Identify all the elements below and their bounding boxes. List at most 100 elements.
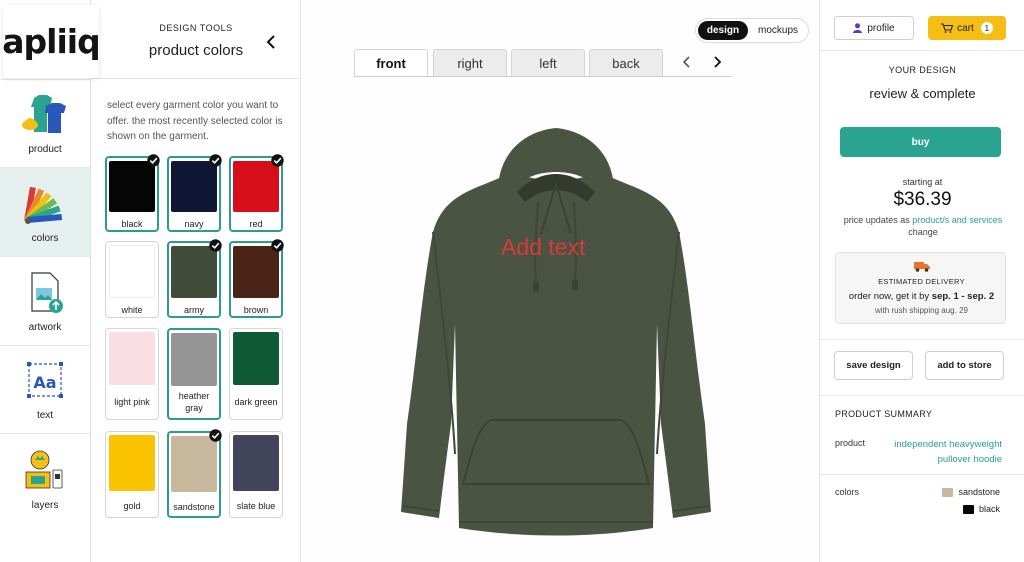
- checkmark-icon: [271, 239, 284, 252]
- tab-right[interactable]: right: [433, 49, 507, 76]
- text-aa-icon: Aa: [27, 362, 63, 398]
- swatch-chip: [171, 161, 217, 212]
- save-design-button[interactable]: save design: [834, 351, 913, 380]
- nav-item-product[interactable]: product: [0, 79, 90, 167]
- user-icon: [853, 23, 863, 33]
- summary-product-link[interactable]: independent heavyweight pullover hoodie: [882, 437, 1002, 467]
- chevron-right-icon[interactable]: [710, 55, 724, 69]
- price: $36.39: [893, 189, 952, 210]
- swatch-chip: [171, 333, 217, 386]
- swatch-heather-gray[interactable]: heather gray: [167, 328, 221, 420]
- nav-label-artwork: artwork: [28, 321, 62, 333]
- estimated-delivery-card: ESTIMATED DELIVERY order now, get it by …: [835, 252, 1006, 324]
- layers-icon: [25, 450, 63, 488]
- nav-item-colors[interactable]: colors: [0, 167, 90, 256]
- svg-text:Aa: Aa: [33, 373, 56, 392]
- swatch-chip: [233, 161, 279, 212]
- cart-button[interactable]: cart 1: [928, 16, 1006, 40]
- swatch-chip: [171, 246, 217, 298]
- summary-product-key: product: [835, 438, 866, 448]
- chevron-left-icon[interactable]: [680, 55, 694, 69]
- swatch-army[interactable]: army: [167, 239, 222, 318]
- garment-text-value: Add text: [501, 234, 586, 260]
- divider: [820, 395, 1024, 396]
- swatch-label: red: [249, 219, 263, 229]
- color-dot: [962, 504, 974, 514]
- price-note: price updates as product/s and services …: [838, 214, 1008, 238]
- hoodie-mockup[interactable]: [391, 124, 721, 544]
- swatch-red[interactable]: red: [229, 154, 284, 232]
- nav-label-text: text: [36, 410, 54, 421]
- checkmark-icon: [209, 154, 222, 167]
- swatch-chip: [109, 245, 155, 298]
- design-canvas: design mockups front right left back Add…: [301, 0, 819, 562]
- your-design-eyebrow: YOUR DESIGN: [888, 65, 957, 75]
- swatch-light-pink[interactable]: light pink: [105, 328, 159, 420]
- swatch-label: sandstone: [173, 502, 215, 512]
- summary-color-black: black: [962, 504, 1000, 514]
- swatch-chip: [233, 332, 279, 385]
- swatch-chip: [233, 435, 279, 491]
- design-mode-button[interactable]: design: [698, 21, 748, 40]
- checkmark-icon: [209, 429, 222, 442]
- checkmark-icon: [147, 154, 160, 167]
- swatch-label: navy: [184, 219, 204, 229]
- truck-icon: [914, 262, 930, 272]
- mode-toggle: design mockups: [695, 18, 809, 43]
- divider: [820, 339, 1024, 340]
- product-colors-panel: DESIGN TOOLS product colors select every…: [91, 0, 301, 562]
- view-tabs: front right left back: [354, 49, 732, 77]
- chevron-left-icon[interactable]: [263, 33, 281, 51]
- swatch-navy[interactable]: navy: [167, 154, 222, 232]
- swatch-dark-green[interactable]: dark green: [229, 328, 283, 420]
- swatch-chip: [109, 435, 155, 491]
- swatch-label: brown: [243, 305, 269, 315]
- top-actions: profile cart 1: [820, 0, 1024, 51]
- delivery-line: order now, get it by sep. 1 - sep. 2: [836, 291, 1007, 302]
- checkmark-icon: [271, 154, 284, 167]
- cart-label: cart: [957, 22, 974, 34]
- nav-label-layers: layers: [31, 499, 59, 511]
- swatch-label: slate blue: [236, 501, 276, 511]
- swatch-slate-blue[interactable]: slate blue: [229, 431, 283, 518]
- artwork-upload-icon: [31, 271, 63, 313]
- tab-back[interactable]: back: [589, 49, 663, 76]
- review-panel: profile cart 1 YOUR DESIGN review & comp…: [819, 0, 1024, 562]
- summary-color-label: sandstone: [958, 487, 1000, 497]
- add-to-store-button[interactable]: add to store: [925, 351, 1004, 380]
- panel-header: DESIGN TOOLS product colors: [91, 0, 301, 79]
- swatch-chip: [109, 332, 155, 385]
- delivery-prefix: order now, get it by: [848, 291, 930, 302]
- swatch-label: black: [121, 219, 143, 229]
- mockups-mode-button[interactable]: mockups: [750, 21, 806, 40]
- tab-left[interactable]: left: [511, 49, 585, 76]
- delivery-rush: with rush shipping aug. 29: [875, 306, 968, 315]
- swatch-chip: [171, 436, 217, 492]
- swatch-sandstone[interactable]: sandstone: [167, 429, 222, 518]
- nav-item-layers[interactable]: layers: [0, 433, 90, 524]
- summary-color-sandstone: sandstone: [942, 487, 1000, 497]
- swatch-label: white: [121, 305, 143, 315]
- buy-button[interactable]: buy: [840, 127, 1001, 157]
- tab-front[interactable]: front: [354, 49, 428, 76]
- garments-icon: [22, 95, 66, 133]
- cart-count-badge: 1: [980, 22, 993, 34]
- swatch-label: dark green: [234, 397, 278, 407]
- profile-button[interactable]: profile: [834, 16, 914, 40]
- swatch-brown[interactable]: brown: [229, 239, 284, 318]
- swatch-gold[interactable]: gold: [105, 431, 159, 518]
- swatch-white[interactable]: white: [105, 241, 159, 318]
- nav-item-text[interactable]: Aa text: [0, 345, 90, 433]
- brand-logo[interactable]: apliiq: [2, 5, 101, 78]
- price-note-suffix: change: [908, 227, 938, 237]
- swatch-label: gold: [123, 501, 141, 511]
- profile-label: profile: [867, 22, 895, 34]
- summary-color-label: black: [978, 504, 1000, 514]
- swatch-chip: [233, 246, 279, 298]
- logo-text: apliiq: [2, 22, 100, 61]
- products-services-link[interactable]: product/s and services: [912, 215, 1002, 225]
- swatch-black[interactable]: black: [105, 154, 160, 232]
- nav-item-artwork[interactable]: artwork: [0, 256, 90, 345]
- color-fan-icon: [24, 186, 63, 224]
- cart-icon: [941, 23, 954, 33]
